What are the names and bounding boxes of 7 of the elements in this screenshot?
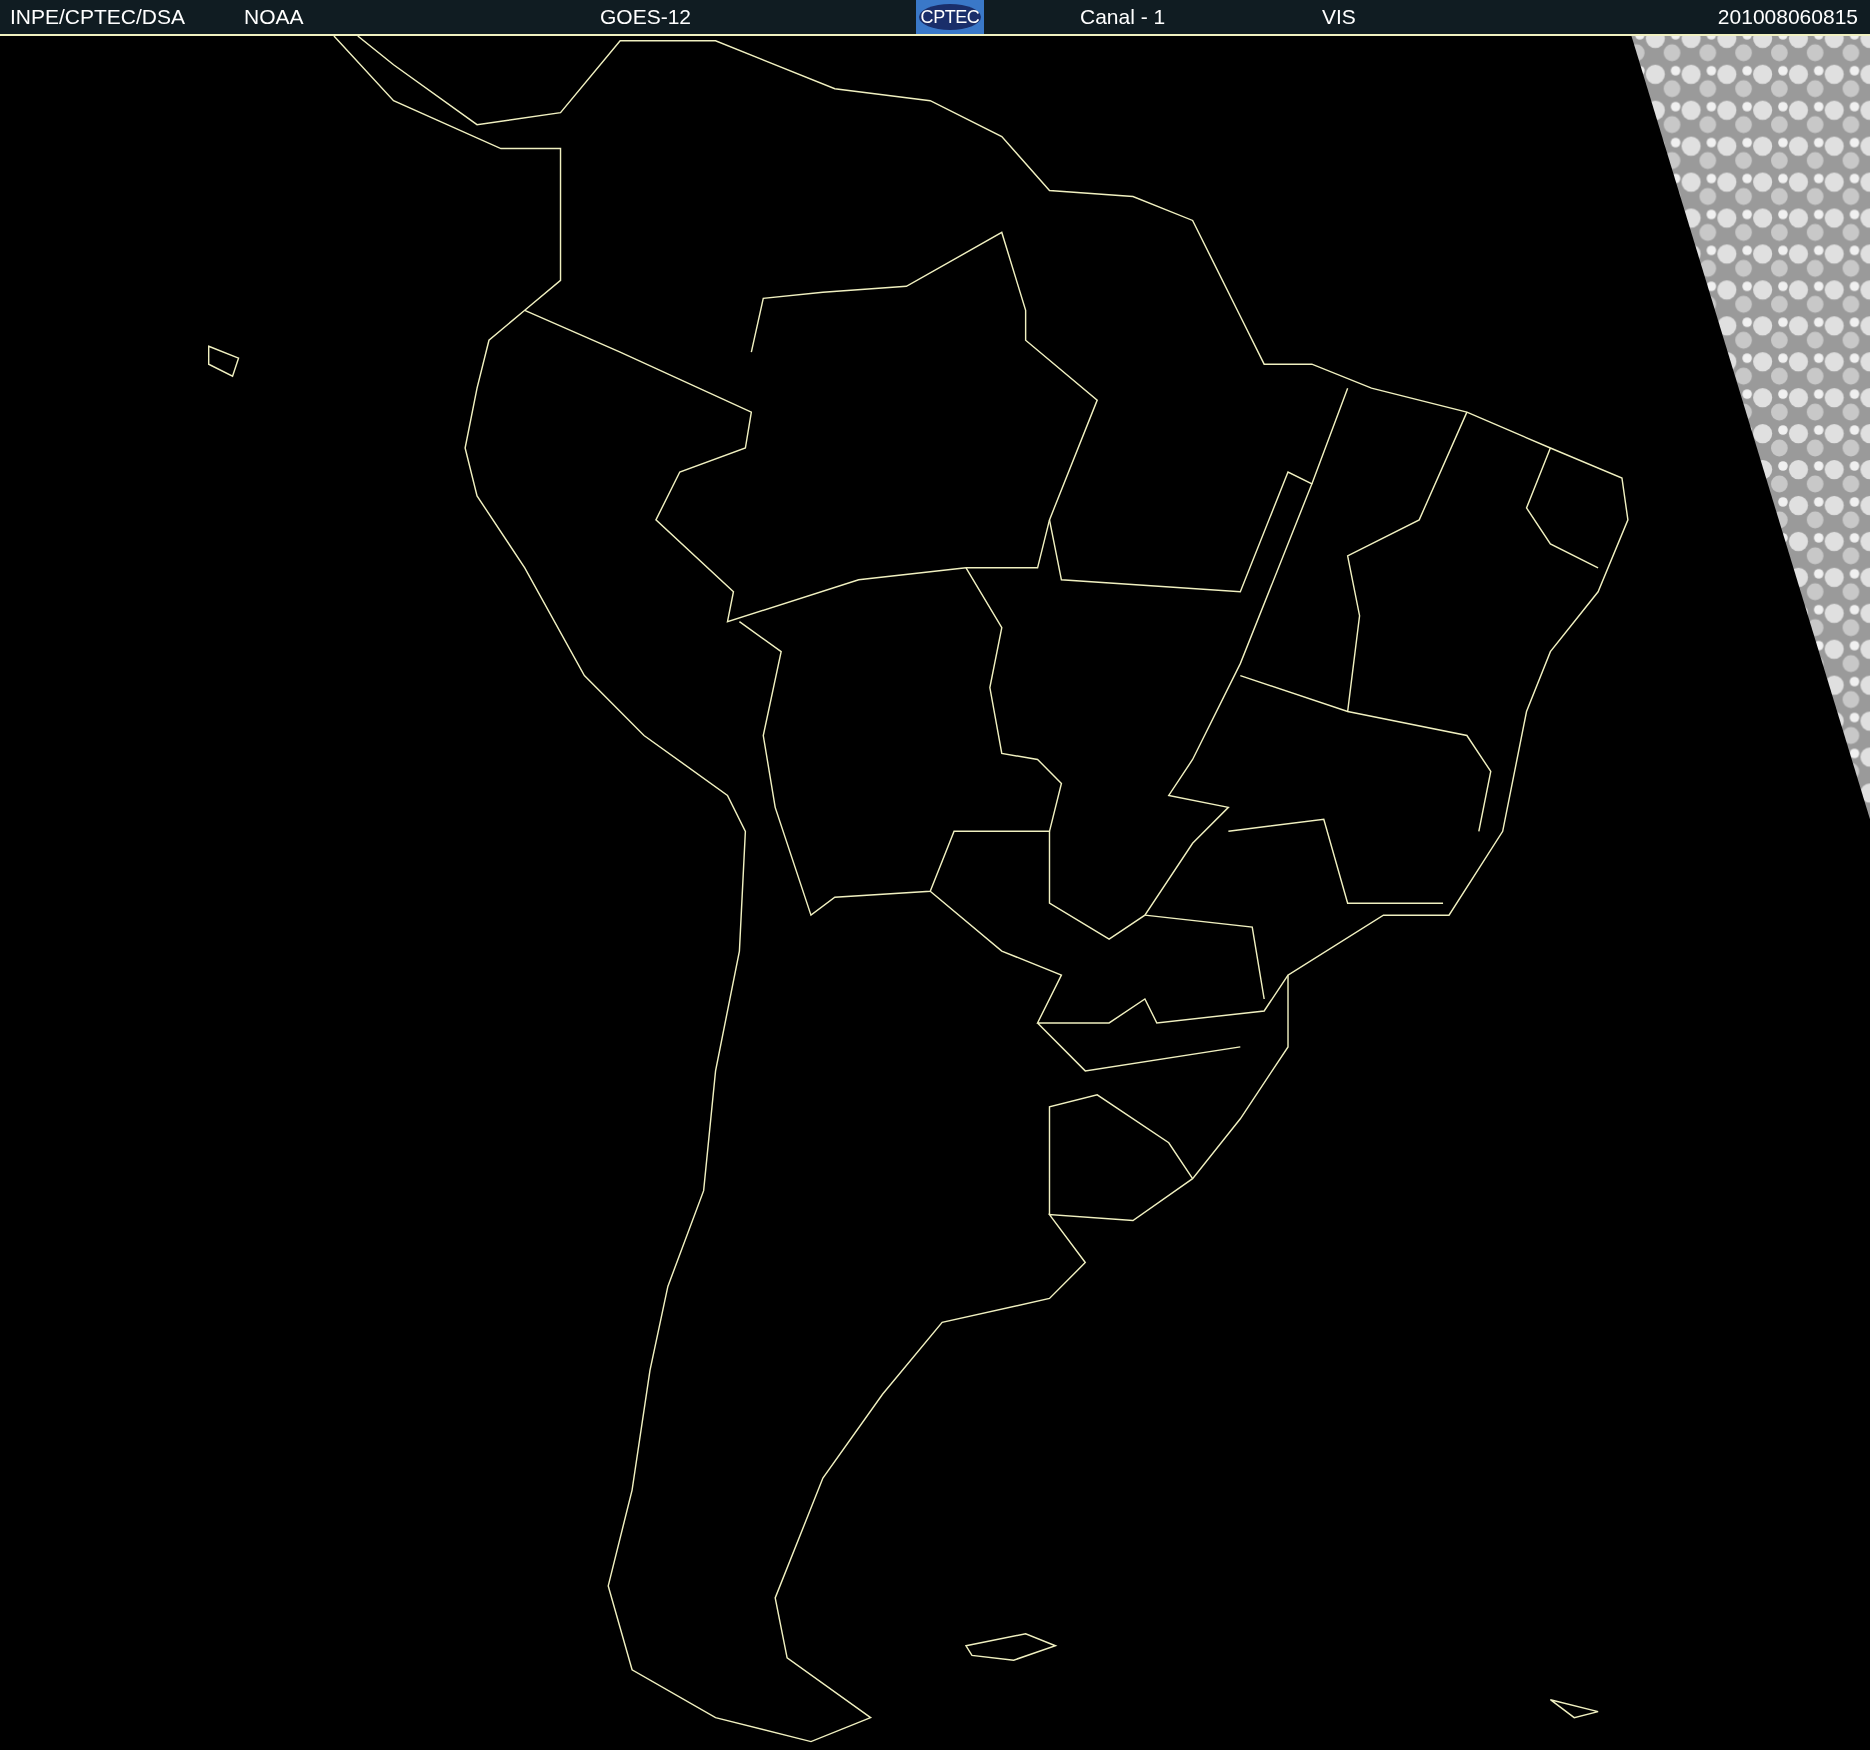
- band-label: VIS: [1322, 6, 1356, 27]
- agency-label: NOAA: [244, 6, 304, 27]
- timestamp-label: 201008060815: [1717, 6, 1858, 27]
- source-label: INPE/CPTEC/DSA: [10, 6, 186, 27]
- cptec-logo: CPTEC: [916, 0, 984, 34]
- satellite-label: GOES-12: [600, 6, 692, 27]
- channel-label: Canal - 1: [1080, 6, 1166, 27]
